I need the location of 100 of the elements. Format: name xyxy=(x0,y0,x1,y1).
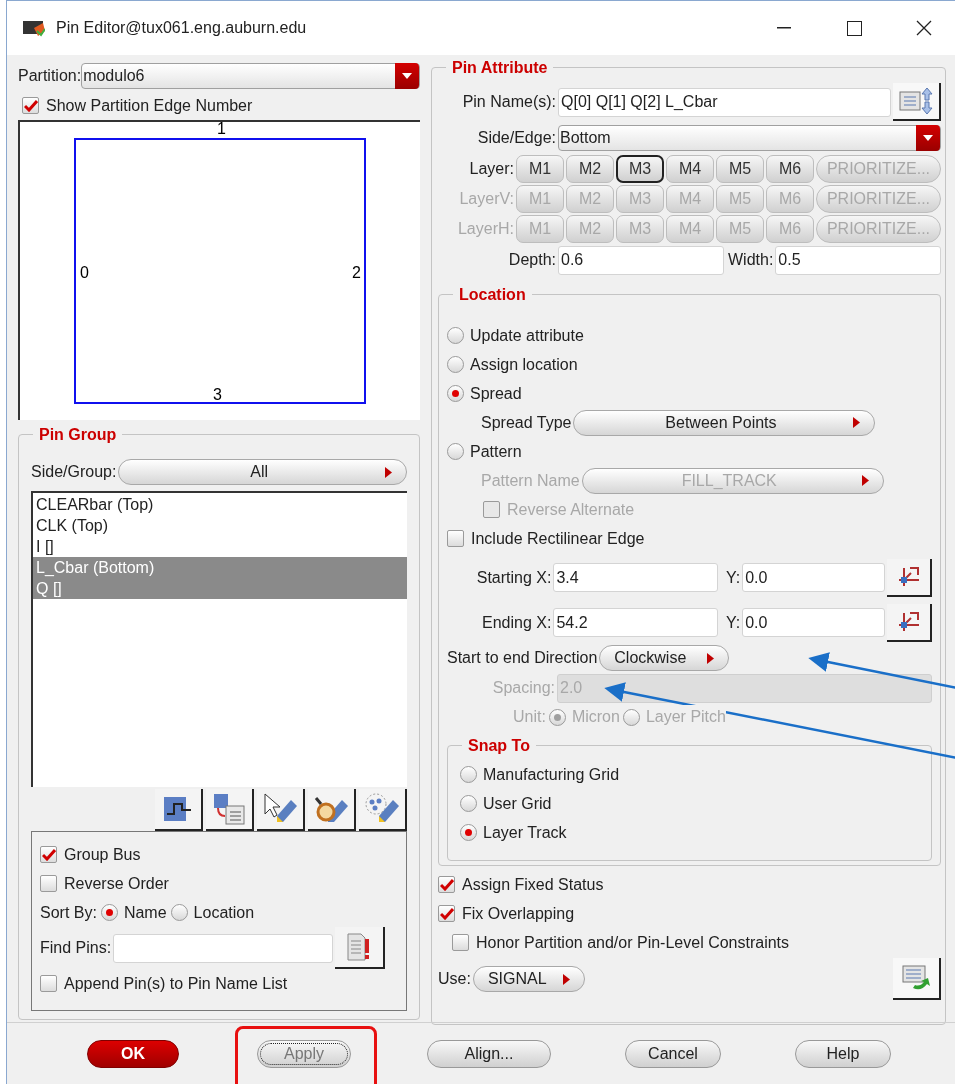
radio-button[interactable] xyxy=(170,904,188,921)
radio-label: Assign location xyxy=(470,354,578,375)
field-label: Side/Edge: xyxy=(476,128,556,148)
input-field[interactable]: 0.0 xyxy=(742,563,886,592)
input-field[interactable]: Q[0] Q[1] Q[2] L_Cbar xyxy=(558,87,891,117)
field-label: Spacing: xyxy=(491,678,555,698)
checkbox-label: Append Pin(s) to Pin Name List xyxy=(64,973,288,994)
field-label: Start to end Direction xyxy=(447,648,598,668)
field-label: Unit: xyxy=(513,707,546,727)
radio-label: Pattern xyxy=(470,441,522,462)
radio-label: Update attribute xyxy=(470,325,584,346)
toolbar-button[interactable] xyxy=(155,789,203,831)
dropdown-button[interactable]: Between Points xyxy=(573,409,876,436)
pin-list-item[interactable]: CLEARbar (Top) xyxy=(33,494,407,515)
radio-button[interactable] xyxy=(447,356,464,373)
pick-point-button[interactable] xyxy=(887,603,932,642)
field-label: Spread Type xyxy=(481,412,572,433)
checkbox[interactable] xyxy=(452,934,469,951)
arrow-right-icon xyxy=(853,417,861,428)
dropdown-button[interactable]: SIGNAL xyxy=(472,966,585,992)
layer-button[interactable]: M3 xyxy=(616,155,664,183)
layer-button[interactable]: M6 xyxy=(766,155,814,183)
radio-label: Manufacturing Grid xyxy=(483,764,620,785)
checkbox[interactable] xyxy=(438,905,455,922)
dialog-button[interactable]: Cancel xyxy=(625,1039,721,1068)
find-button[interactable] xyxy=(335,927,386,969)
radio-button[interactable] xyxy=(460,766,477,783)
field-label: Pin Name(s): xyxy=(461,92,556,112)
toolbar-button[interactable] xyxy=(257,789,305,831)
radio-button[interactable] xyxy=(447,385,464,402)
field-label: Use: xyxy=(438,969,471,989)
app-icon xyxy=(23,19,45,37)
dialog-button[interactable]: OK xyxy=(87,1039,179,1068)
reload-button[interactable] xyxy=(893,958,941,1000)
field-label: Y: xyxy=(725,567,741,588)
edge-number: 2 xyxy=(352,264,361,282)
list-sort-icon xyxy=(898,86,934,116)
field-label: Y: xyxy=(725,612,741,633)
layer-button[interactable]: M4 xyxy=(666,155,714,183)
field-label: Find Pins: xyxy=(40,938,112,958)
checkbox[interactable] xyxy=(40,846,57,863)
dialog-button[interactable]: Align... xyxy=(427,1039,551,1068)
dropdown-arrow-icon xyxy=(923,135,933,141)
field-label: Pattern Name xyxy=(481,470,580,491)
pin-list-button[interactable] xyxy=(893,83,941,121)
maximize-icon xyxy=(846,20,862,36)
dialog-button[interactable]: Apply xyxy=(257,1039,351,1068)
checkbox[interactable] xyxy=(40,875,57,892)
checkbox[interactable] xyxy=(22,97,39,114)
radio-label: User Grid xyxy=(483,793,552,814)
toolbar-button[interactable] xyxy=(308,789,356,831)
field-label: Ending X: xyxy=(481,612,552,633)
checkbox-label: Show Partition Edge Number xyxy=(46,95,253,116)
toolbar-button[interactable] xyxy=(359,789,407,831)
radio-button[interactable] xyxy=(460,795,477,812)
checkbox[interactable] xyxy=(447,530,464,547)
input-field[interactable]: 0.0 xyxy=(742,608,886,637)
input-field[interactable]: 54.2 xyxy=(553,608,718,637)
pin-list-item[interactable]: CLK (Top) xyxy=(33,515,407,536)
layer-button[interactable]: M1 xyxy=(516,155,564,183)
arrow-right-icon xyxy=(562,973,570,985)
field-label: Starting X: xyxy=(475,567,552,588)
radio-button[interactable] xyxy=(447,443,464,460)
pick-point-button[interactable] xyxy=(887,558,932,597)
radio-label: Location xyxy=(193,902,255,923)
radio-button[interactable] xyxy=(447,327,464,344)
input-field[interactable]: 0.6 xyxy=(558,245,724,275)
dropdown-button[interactable]: All xyxy=(118,459,407,485)
checkbox-label: Include Rectilinear Edge xyxy=(471,528,645,549)
input-field[interactable]: 3.4 xyxy=(553,563,718,592)
field-label: LayerV: xyxy=(458,189,514,209)
window-title: Pin Editor@tux061.eng.auburn.edu xyxy=(56,18,307,38)
checkbox-label: Group Bus xyxy=(64,844,141,865)
find-pins-field[interactable] xyxy=(113,933,334,963)
checkbox[interactable] xyxy=(438,876,455,893)
toolbar-button[interactable] xyxy=(206,789,254,831)
arrow-right-icon xyxy=(385,466,392,478)
pin-list-item[interactable]: I [] xyxy=(33,536,407,557)
edge-number: 1 xyxy=(217,120,226,138)
dropdown-button[interactable]: Clockwise xyxy=(599,645,730,671)
checkbox-label: Reverse Alternate xyxy=(507,499,635,520)
layer-button[interactable]: M5 xyxy=(716,155,764,183)
radio-label: Layer Track xyxy=(483,822,567,843)
list-refresh-icon xyxy=(901,964,931,992)
radio-label: Name xyxy=(123,902,167,923)
field-label: Depth: xyxy=(507,250,556,270)
checkbox-label: Reverse Order xyxy=(64,873,169,894)
field-label: Side/Group: xyxy=(31,462,117,482)
checkbox[interactable] xyxy=(40,975,57,992)
dialog-button[interactable]: Help xyxy=(795,1039,891,1068)
field-label: Partition: xyxy=(18,66,82,86)
input-field[interactable]: 0.5 xyxy=(775,245,941,275)
radio-button[interactable] xyxy=(460,824,477,841)
dropdown-field[interactable]: Bottom xyxy=(558,125,941,151)
layer-button[interactable]: M2 xyxy=(566,155,614,183)
checkbox-label: Assign Fixed Status xyxy=(462,874,604,895)
radio-button[interactable] xyxy=(100,904,118,921)
arrow-right-icon xyxy=(707,652,715,664)
dropdown-field[interactable]: modulo6 xyxy=(81,63,420,89)
dropdown-arrow-icon xyxy=(402,73,412,79)
